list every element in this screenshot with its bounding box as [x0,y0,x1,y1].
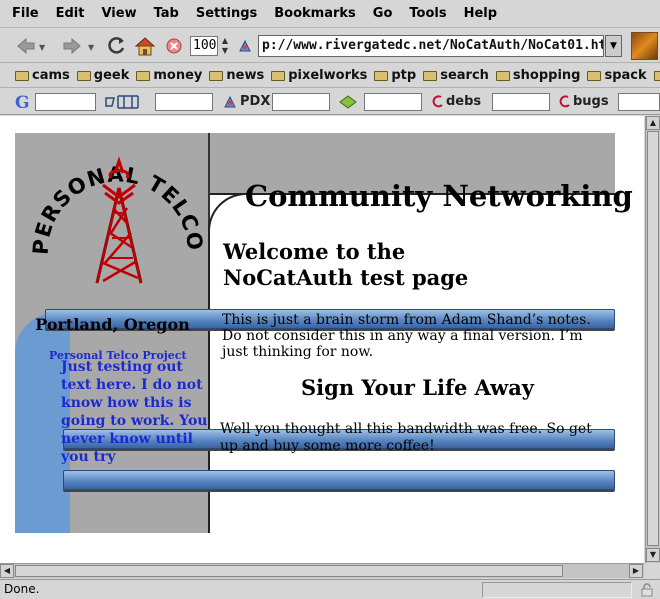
bookmark-folder[interactable]: spack [587,68,647,83]
folder-icon [136,70,151,81]
vertical-scroll-thumb[interactable] [647,131,659,546]
pdx-icon[interactable] [222,94,238,110]
browser-window: File Edit View Tab Settings Bookmarks Go… [0,0,660,599]
debian-swirl-icon[interactable] [431,94,445,110]
forward-dropdown-icon[interactable]: ▼ [88,43,94,52]
home-button[interactable] [133,35,157,57]
page-icon [236,35,254,57]
scroll-down-icon[interactable]: ▼ [646,548,660,562]
stop-icon [166,38,182,54]
bookmark-folder[interactable]: shopping [495,68,580,83]
bookmark-folder[interactable]: pixelworks [271,68,367,83]
page-viewport: PERSONAL TELCO PROJECT Portland, Oregon … [0,116,644,563]
search-toolbar: G PDX debs bugs [0,89,660,115]
dictionary-search-input[interactable] [155,93,213,111]
zoom-field[interactable]: 100 [190,36,218,56]
intro-paragraph: This is just a brain storm from Adam Sha… [222,312,591,360]
scroll-right-icon[interactable]: ▶ [629,564,643,578]
pdx-label: PDX [240,94,271,109]
menu-bookmarks[interactable]: Bookmarks [274,6,356,21]
status-bar: Done. [0,579,660,599]
pdx-search-input[interactable] [272,93,330,111]
lock-icon[interactable] [640,583,654,597]
back-button[interactable] [14,35,38,57]
bookmark-folder[interactable]: news [209,68,264,83]
bugs-label: bugs [573,94,609,109]
reload-button[interactable] [106,35,128,57]
menu-help[interactable]: Help [464,6,497,21]
url-dropdown-icon[interactable]: ▼ [605,35,622,57]
book-icon[interactable] [339,94,357,110]
debian-swirl-icon[interactable] [558,94,572,110]
folder-icon [374,70,389,81]
bugs-search-input[interactable] [618,93,660,111]
status-progress-cell [482,582,632,598]
scroll-left-icon[interactable]: ◀ [0,564,14,578]
menu-view[interactable]: View [101,6,136,21]
forward-button[interactable] [60,35,84,57]
url-field[interactable]: p://www.rivergatedc.net/NoCatAuth/NoCat0… [258,35,604,57]
reload-icon [108,37,125,54]
menu-settings[interactable]: Settings [196,6,257,21]
forward-arrow-icon [63,38,81,54]
google-icon[interactable]: G [13,93,31,111]
city-label: Portland, Oregon [35,315,190,334]
dictionary-icon[interactable] [104,94,150,110]
sidebar-text: Just testing out text here. I do not kno… [61,359,208,465]
menu-tools[interactable]: Tools [409,6,446,21]
google-search-input[interactable] [35,93,96,111]
navigation-toolbar: ▼ ▼ 100 ▲ ▼ p://www.rivergatedc.net/NoCat… [0,29,660,63]
horizontal-scrollbar[interactable]: ◀ ▶ [0,563,644,578]
welcome-heading: Welcome to the NoCatAuth test page [223,239,469,290]
folder-icon [653,70,660,81]
bookmark-folder[interactable]: re [653,68,660,83]
page-title: Community Networking [245,179,633,213]
zoom-spinner[interactable]: ▲ ▼ [219,36,231,56]
debs-label: debs [446,94,482,109]
svg-text:G: G [15,93,30,111]
stop-button[interactable] [164,35,184,57]
folder-icon [271,70,286,81]
bookmarks-toolbar: cams geek money news pixelworks ptp sear… [0,64,660,88]
bookmark-folder[interactable]: search [423,68,489,83]
bookmark-folder[interactable]: ptp [374,68,416,83]
menu-tab[interactable]: Tab [154,6,179,21]
menu-edit[interactable]: Edit [56,6,85,21]
bookmark-folder[interactable]: geek [76,68,129,83]
home-icon [134,37,156,56]
vertical-scrollbar[interactable]: ▲ ▼ [645,116,660,563]
folder-icon [15,70,29,81]
sign-heading: Sign Your Life Away [301,375,534,400]
page-layout: PERSONAL TELCO PROJECT Portland, Oregon … [15,133,633,533]
scroll-up-icon[interactable]: ▲ [646,116,660,130]
sign-paragraph: Well you thought all this bandwidth was … [220,421,592,454]
scrollbar-corner [645,563,660,578]
activity-throbber [631,32,658,60]
back-dropdown-icon[interactable]: ▼ [39,43,45,52]
menu-file[interactable]: File [12,6,39,21]
horizontal-scroll-thumb[interactable] [15,565,563,577]
book-search-input[interactable] [364,93,422,111]
bookmark-folder[interactable]: cams [15,68,70,83]
status-text: Done. [4,582,40,596]
folder-icon [76,70,91,81]
menu-go[interactable]: Go [373,6,393,21]
debs-search-input[interactable] [492,93,550,111]
folder-icon [495,70,510,81]
rocket-icon [239,39,251,52]
folder-icon [209,70,224,81]
personal-telco-logo: PERSONAL TELCO PROJECT [15,133,206,284]
folder-icon [423,70,438,81]
blue-bar-divider [63,470,615,490]
menu-bar: File Edit View Tab Settings Bookmarks Go… [0,0,660,28]
back-arrow-icon [17,38,35,54]
bookmark-folder[interactable]: money [136,68,202,83]
folder-icon [587,70,602,81]
